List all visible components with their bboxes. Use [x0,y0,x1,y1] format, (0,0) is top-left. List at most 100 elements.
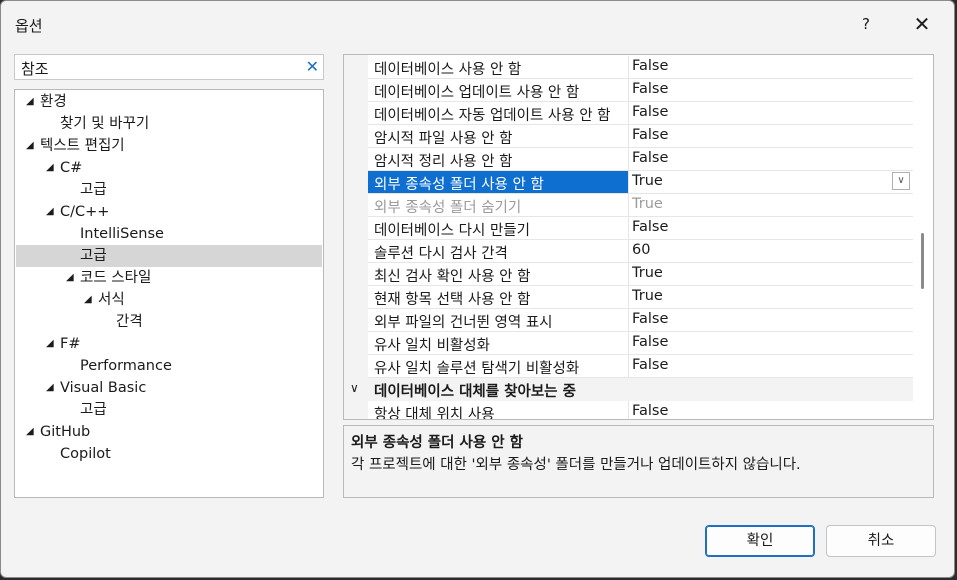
property-row[interactable]: 현재 항목 선택 사용 안 함 True [368,286,913,309]
property-value[interactable]: True [632,173,663,189]
tree-item[interactable]: ◢ 텍스트 편집기 [16,135,322,157]
triangle-down-icon[interactable]: ◢ [46,377,54,399]
tree-item[interactable]: 고급 [16,245,322,267]
triangle-down-icon[interactable]: ◢ [46,157,54,179]
tree-item[interactable]: Performance [16,355,322,377]
tree-item-label: IntelliSense [80,226,164,242]
triangle-down-icon[interactable]: ◢ [26,91,34,113]
column-divider [628,240,629,263]
tree-item[interactable]: 간격 [16,311,322,333]
property-value[interactable]: False [632,104,668,120]
property-value[interactable]: False [632,357,668,373]
triangle-down-icon[interactable]: ◢ [66,267,74,289]
triangle-down-icon[interactable]: ◢ [46,333,54,355]
property-value[interactable]: True [632,196,663,212]
description-title: 외부 종속성 폴더 사용 안 함 [351,435,523,451]
property-row[interactable]: 암시적 정리 사용 안 함 False [368,148,913,171]
property-value[interactable]: False [632,150,668,166]
property-name: 유사 일치 솔루션 탐색기 비활성화 [374,361,580,377]
property-row[interactable]: 유사 일치 비활성화 False [368,332,913,355]
close-icon[interactable]: ✕ [907,9,937,39]
tree-item[interactable]: ◢ F# [16,333,322,355]
property-value[interactable]: False [632,58,668,74]
tree-item-label: 서식 [98,292,125,308]
title-bar: 옵션 ? ✕ [1,1,954,47]
tree-item[interactable]: 고급 [16,179,322,201]
property-name: 솔루션 다시 검사 간격 [374,246,508,262]
tree-item[interactable]: ◢ 서식 [16,289,322,311]
column-divider [628,286,629,309]
property-row[interactable]: 암시적 파일 사용 안 함 False [368,125,913,148]
chevron-down-icon[interactable]: ∨ [350,381,359,395]
property-row[interactable]: 유사 일치 솔루션 탐색기 비활성화 False [368,355,913,378]
property-name: 데이터베이스 다시 만들기 [374,223,530,239]
property-row[interactable]: 데이터베이스 자동 업데이트 사용 안 함 False [368,102,913,125]
property-name: 데이터베이스 사용 안 함 [374,62,522,78]
category-label: 데이터베이스 대체를 찾아보는 중 [374,384,576,400]
property-name: 암시적 파일 사용 안 함 [374,131,513,147]
property-name: 현재 항목 선택 사용 안 함 [374,292,531,308]
property-value[interactable]: True [632,265,663,281]
triangle-down-icon[interactable]: ◢ [26,135,34,157]
category-header[interactable]: ∨ 데이터베이스 대체를 찾아보는 중 [344,378,913,401]
column-divider [628,263,629,286]
property-row[interactable]: 외부 종속성 폴더 숨기기 True [368,194,913,217]
options-tree: ◢ 환경 찾기 및 바꾸기 ◢ 텍스트 편집기 ◢ C# 고급 ◢ C/C++ IntelliSen… [14,89,324,498]
property-value[interactable]: False [632,127,668,143]
tree-item[interactable]: IntelliSense [16,223,322,245]
column-divider [628,217,629,240]
tree-item-label: 고급 [80,182,107,198]
property-row[interactable]: 최신 검사 확인 사용 안 함 True [368,263,913,286]
column-divider [628,332,629,355]
property-row[interactable]: 외부 종속성 폴더 사용 안 함 True ∨ [368,171,913,194]
property-name: 유사 일치 비활성화 [374,338,490,354]
column-divider [628,56,629,79]
column-divider [628,309,629,332]
close-icon[interactable]: ✕ [306,57,319,76]
property-value[interactable]: 60 [632,242,650,258]
tree-item[interactable]: ◢ C# [16,157,322,179]
property-row[interactable]: 데이터베이스 다시 만들기 False [368,217,913,240]
search-input[interactable]: 참조 ✕ [14,54,324,80]
tree-item-label: 고급 [80,402,107,418]
tree-item[interactable]: ◢ Visual Basic [16,377,322,399]
tree-item-label: C/C++ [60,204,110,220]
tree-item[interactable]: 고급 [16,399,322,421]
triangle-down-icon[interactable]: ◢ [26,421,34,443]
property-row[interactable]: 데이터베이스 사용 안 함 False [368,56,913,79]
property-value[interactable]: False [632,334,668,350]
property-row[interactable]: 외부 파일의 건너뛴 영역 표시 False [368,309,913,332]
column-divider [628,125,629,148]
tree-item[interactable]: ◢ 환경 [16,91,322,113]
property-value[interactable]: False [632,219,668,235]
tree-item[interactable]: ◢ 코드 스타일 [16,267,322,289]
property-value[interactable]: False [632,403,668,419]
property-row[interactable]: 데이터베이스 업데이트 사용 안 함 False [368,79,913,102]
tree-item-label: Copilot [60,446,111,462]
tree-item[interactable]: 찾기 및 바꾸기 [16,113,322,135]
property-row[interactable]: 항상 대체 위치 사용 False [368,401,913,419]
property-row[interactable]: 솔루션 다시 검사 간격 60 [368,240,913,263]
help-button[interactable]: ? [851,9,881,39]
property-value[interactable]: True [632,288,663,304]
tree-item-label: 고급 [80,248,107,264]
ok-button[interactable]: 확인 [705,525,815,557]
triangle-down-icon[interactable]: ◢ [84,289,92,311]
tree-item[interactable]: Copilot [16,443,322,465]
property-name: 데이터베이스 업데이트 사용 안 함 [374,85,580,101]
property-value[interactable]: False [632,311,668,327]
property-value[interactable]: False [632,81,668,97]
vertical-scrollbar[interactable] [914,55,933,419]
description-panel: 외부 종속성 폴더 사용 안 함 각 프로젝트에 대한 '외부 종속성' 폴더를… [343,425,934,498]
property-name: 최신 검사 확인 사용 안 함 [374,269,531,285]
tree-item[interactable]: ◢ C/C++ [16,201,322,223]
scrollbar-thumb[interactable] [921,233,924,289]
property-name: 데이터베이스 자동 업데이트 사용 안 함 [374,108,611,124]
chevron-down-icon[interactable]: ∨ [892,172,910,190]
tree-item-label: Performance [80,358,172,374]
cancel-button[interactable]: 취소 [826,525,936,557]
triangle-down-icon[interactable]: ◢ [46,201,54,223]
property-grid: 데이터베이스 사용 안 함 False 데이터베이스 업데이트 사용 안 함 Fals… [343,54,934,420]
column-divider [628,355,629,378]
tree-item[interactable]: ◢ GitHub [16,421,322,443]
